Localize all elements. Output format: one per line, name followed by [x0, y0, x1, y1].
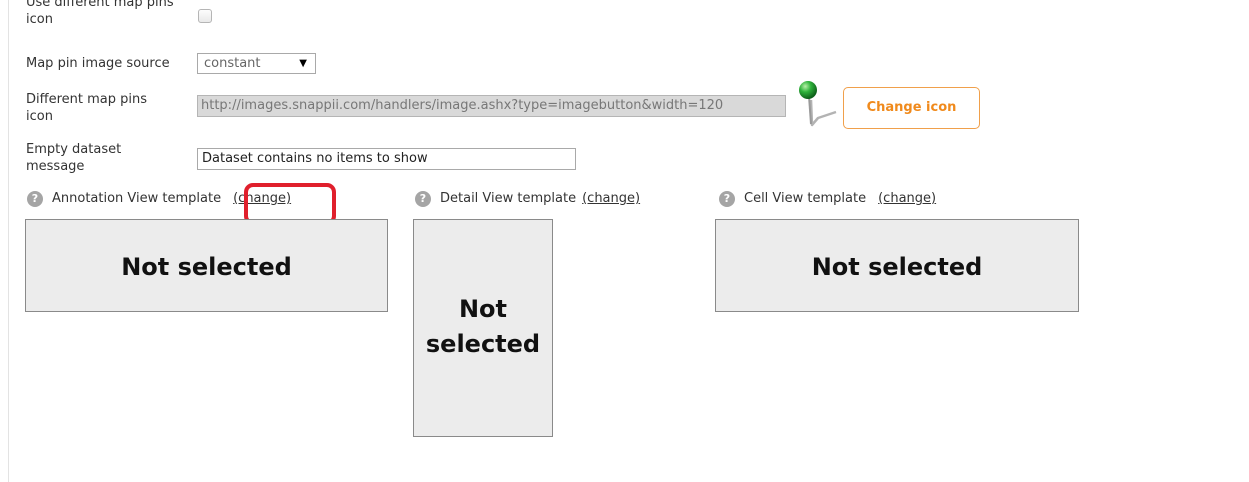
- empty-message-input[interactable]: Dataset contains no items to show: [197, 148, 576, 170]
- pins-icon-label: Different map pins icon: [26, 92, 147, 124]
- pin-source-value: constant: [204, 56, 261, 71]
- annotation-template-label: Annotation View template: [52, 191, 222, 206]
- detail-template-status: Not selected: [425, 295, 541, 358]
- help-icon[interactable]: ?: [415, 190, 431, 207]
- change-icon-button[interactable]: Change icon: [843, 87, 980, 129]
- cell-template-change-link[interactable]: (change): [878, 191, 936, 206]
- cell-template-label: Cell View template: [744, 191, 867, 206]
- cell-template-status: Not selected: [811, 253, 983, 281]
- cell-template-header: ? Cell View template (change): [719, 190, 936, 208]
- cell-template-box[interactable]: Not selected: [715, 219, 1079, 312]
- help-icon[interactable]: ?: [27, 190, 43, 207]
- chevron-down-icon: ▼: [299, 58, 307, 69]
- annotation-template-box[interactable]: Not selected: [25, 219, 388, 312]
- detail-template-change-link[interactable]: (change): [582, 191, 640, 206]
- empty-message-label: Empty dataset message: [26, 142, 122, 174]
- different-pins-label: Use different map pins icon: [26, 0, 174, 27]
- help-icon[interactable]: ?: [719, 190, 735, 207]
- different-pins-checkbox[interactable]: [198, 9, 212, 23]
- annotation-template-status: Not selected: [121, 253, 292, 281]
- detail-template-header: ? Detail View template (change): [415, 190, 640, 208]
- pin-source-label: Map pin image source: [26, 56, 170, 71]
- map-pin-icon: [798, 80, 838, 130]
- pins-icon-url-field[interactable]: http://images.snappii.com/handlers/image…: [197, 95, 786, 117]
- pin-source-select[interactable]: constant ▼: [197, 53, 316, 74]
- detail-template-box[interactable]: Not selected: [413, 219, 553, 437]
- detail-template-label: Detail View template: [440, 191, 577, 206]
